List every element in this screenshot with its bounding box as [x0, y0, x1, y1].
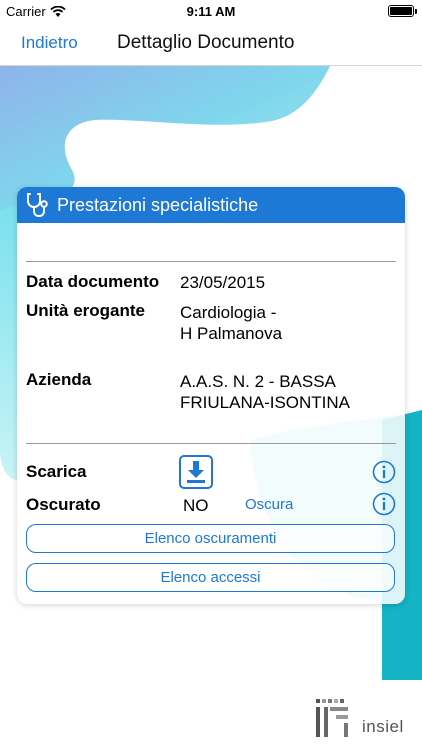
azienda-line-1: A.A.S. N. 2 - BASSA — [180, 372, 336, 391]
card-title: Prestazioni specialistiche — [57, 194, 259, 215]
insiel-logo-mark — [316, 699, 348, 737]
oscura-link[interactable]: Oscura — [245, 496, 293, 513]
divider — [26, 261, 396, 262]
stethoscope-icon — [27, 193, 48, 218]
unita-erogante-label: Unità erogante — [26, 301, 146, 320]
status-bar: Carrier 9:11 AM — [0, 0, 422, 22]
back-button[interactable]: Indietro — [21, 33, 78, 53]
unita-erogante-value: Cardiologia - H Palmanova — [180, 302, 282, 344]
navigation-bar: Indietro Dettaglio Documento — [0, 22, 422, 66]
insiel-logo-text: insiel — [362, 717, 404, 736]
card-header: Prestazioni specialistiche — [17, 187, 405, 223]
document-card: Prestazioni specialistiche Data document… — [17, 187, 405, 604]
azienda-value: A.A.S. N. 2 - BASSA FRIULANA-ISONTINA — [180, 371, 350, 413]
status-time: 9:11 AM — [186, 4, 236, 19]
info-icon-scarica[interactable] — [372, 460, 396, 484]
data-documento-label: Data documento — [26, 272, 160, 291]
download-icon[interactable] — [179, 455, 213, 489]
info-icon-oscurato[interactable] — [372, 492, 396, 516]
elenco-oscuramenti-button[interactable]: Elenco oscuramenti — [26, 524, 395, 553]
insiel-logo: insiel — [316, 697, 404, 737]
scarica-label: Scarica — [26, 462, 87, 481]
azienda-line-2: FRIULANA-ISONTINA — [180, 393, 351, 412]
divider — [26, 443, 396, 444]
data-documento-value: 23/05/2015 — [180, 273, 266, 292]
oscurato-value: NO — [183, 496, 209, 515]
unita-erogante-line-2: H Palmanova — [180, 324, 283, 343]
azienda-label: Azienda — [26, 370, 92, 389]
oscurato-label: Oscurato — [26, 495, 101, 514]
elenco-accessi-button[interactable]: Elenco accessi — [26, 563, 395, 592]
page-title: Dettaglio Documento — [117, 32, 295, 53]
battery-icon — [388, 5, 417, 17]
unita-erogante-line-1: Cardiologia - — [180, 303, 277, 322]
